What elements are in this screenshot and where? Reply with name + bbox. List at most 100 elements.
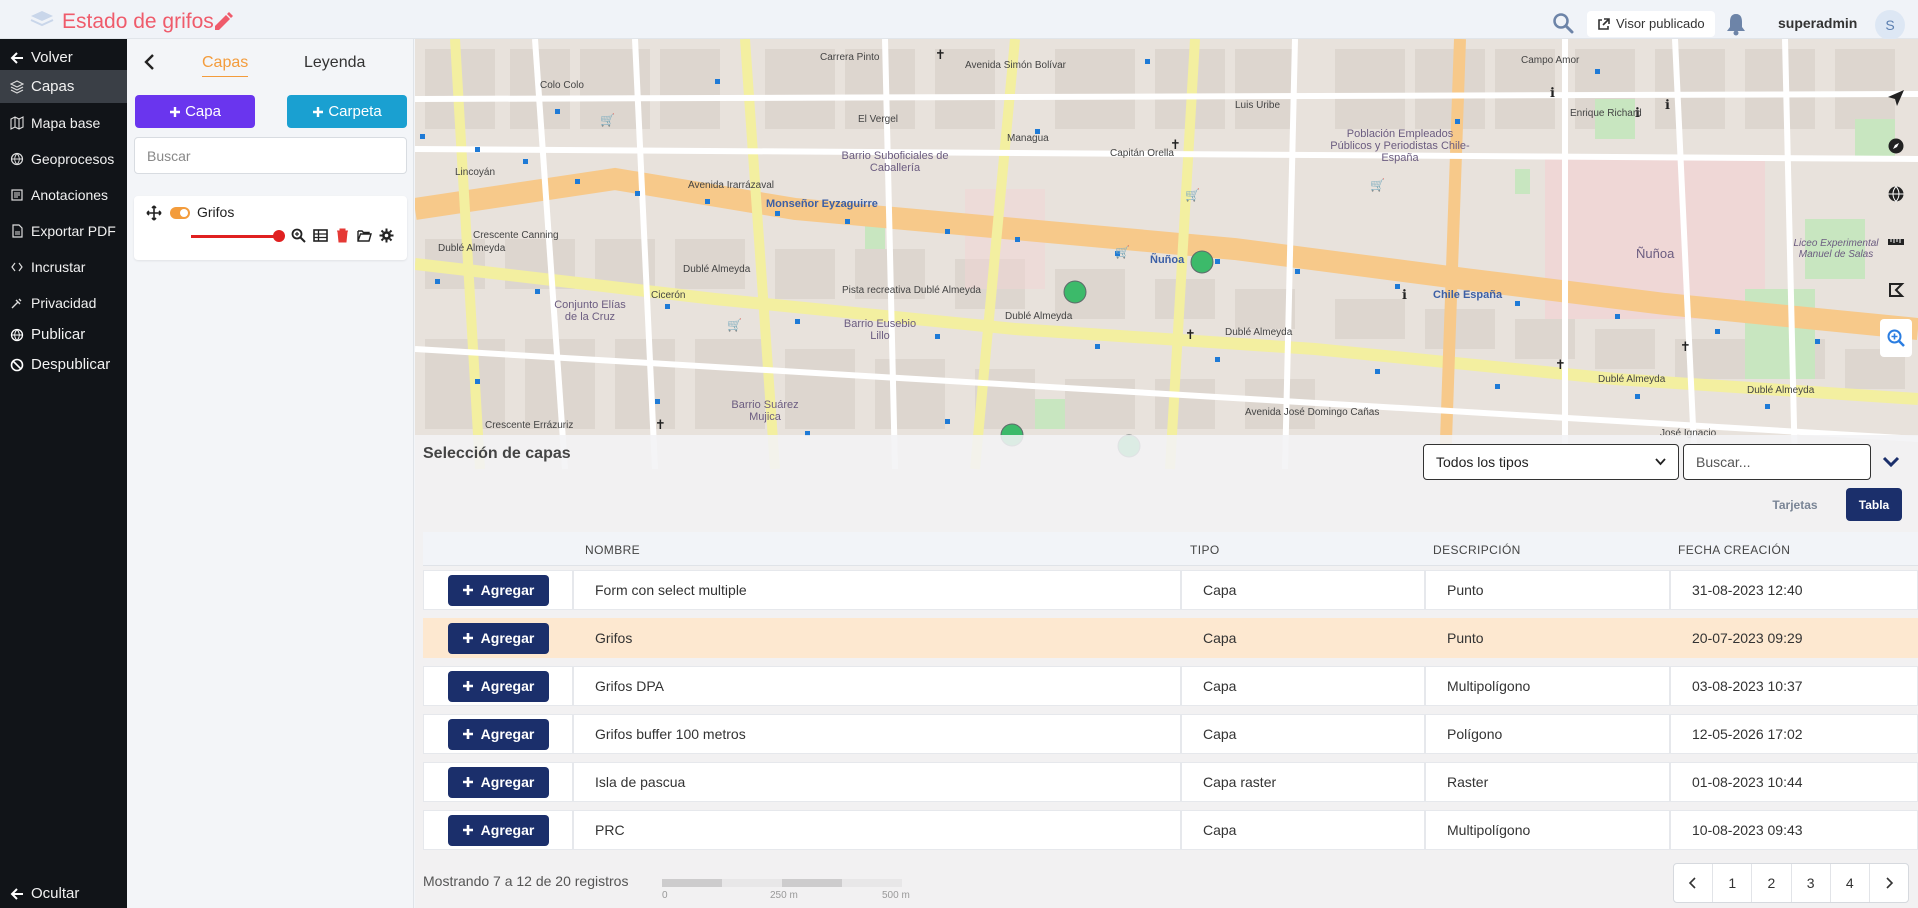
edit-title-icon[interactable] (212, 11, 234, 31)
column-header-fecha[interactable]: FECHA CREACIÓN (1678, 543, 1790, 557)
add-button-label: Agregar (480, 582, 535, 598)
pagination-info: Mostrando 7 a 12 de 20 registros (423, 873, 629, 889)
add-layer-to-map-button[interactable]: Agregar (447, 622, 549, 654)
cell-tipo: Capa (1181, 714, 1425, 754)
plus-icon (313, 106, 324, 117)
table-row[interactable]: Agregar Form con select multiple Capa Punto… (423, 566, 1918, 614)
scale-label-250: 250 m (770, 890, 798, 901)
view-table-button[interactable]: Tabla (1846, 488, 1902, 521)
map-label-duble-2: Dublé Almeyda (683, 264, 751, 275)
map-label-irarrazaval: Avenida Irarrázaval (688, 180, 774, 191)
selection-search-input[interactable] (1683, 444, 1871, 480)
scale-label-0: 0 (662, 890, 668, 901)
map-label-suarez: Barrio Suárez Mujica (731, 399, 799, 423)
cell-descripcion: Raster (1425, 762, 1670, 802)
cell-tipo: Capa (1181, 570, 1425, 610)
folder-open-icon[interactable] (357, 228, 372, 243)
sidebar-item-privacidad[interactable]: Privacidad (0, 286, 127, 319)
move-icon[interactable] (146, 205, 162, 221)
published-viewer-link[interactable]: Visor publicado (1587, 11, 1715, 37)
table-row[interactable]: Agregar PRC Capa Multipolígono 10-08-2023 09… (423, 806, 1918, 854)
page-button-4[interactable]: 4 (1831, 864, 1870, 902)
cell-nombre: Isla de pascua (573, 762, 1181, 802)
svg-text:ℹ: ℹ (1665, 98, 1670, 113)
table-icon[interactable] (313, 228, 328, 243)
draw-tool[interactable] (1880, 271, 1912, 309)
ban-icon (10, 358, 24, 371)
map-label-pista: Pista recreativa Dublé Almeyda (842, 285, 981, 296)
avatar[interactable]: S (1875, 10, 1905, 40)
table-header: NOMBRE TIPO DESCRIPCIÓN FECHA CREACIÓN (423, 532, 1918, 566)
pagination: 1 2 3 4 (1673, 863, 1909, 903)
add-layer-to-map-button[interactable]: Agregar (447, 766, 549, 798)
globe-icon (1888, 186, 1904, 203)
page-button-1[interactable]: 1 (1713, 864, 1753, 902)
sidebar-item-anotaciones[interactable]: Anotaciones (0, 178, 127, 211)
svg-text:🛒: 🛒 (1115, 245, 1130, 259)
add-layer-to-map-button[interactable]: Agregar (447, 814, 549, 846)
sidebar-item-incrustar[interactable]: Incrustar (0, 250, 127, 283)
add-button-label: Agregar (480, 726, 535, 742)
layer-search-input[interactable] (134, 137, 407, 174)
add-layer-to-map-button[interactable]: Agregar (447, 718, 549, 750)
page-button-3[interactable]: 3 (1792, 864, 1831, 902)
add-layer-to-map-button[interactable]: Agregar (447, 670, 549, 702)
sidebar-item-exportar-pdf[interactable]: Exportar PDF (0, 214, 127, 247)
page-next-button[interactable] (1870, 864, 1908, 902)
layer-opacity-slider[interactable] (191, 230, 285, 242)
map-icon (10, 115, 24, 130)
cell-fecha: 01-08-2023 10:44 (1670, 762, 1918, 802)
table-row[interactable]: Agregar Grifos Capa Punto 20-07-2023 09:29 (423, 614, 1918, 662)
type-filter-select[interactable]: Todos los tipos (1423, 444, 1679, 480)
trash-icon[interactable] (335, 228, 350, 243)
sidebar-item-label: Publicar (31, 326, 86, 343)
sidebar-item-mapa-base[interactable]: Mapa base (0, 106, 127, 139)
sidebar-item-capas[interactable]: Capas (0, 70, 127, 103)
add-layer-button[interactable]: Capa (135, 95, 255, 128)
zoom-to-layer-icon[interactable] (291, 228, 306, 243)
globe-tool[interactable] (1880, 175, 1912, 213)
measure-tool[interactable] (1880, 223, 1912, 261)
map-label-colo-colo: Colo Colo (540, 80, 584, 91)
page-prev-button[interactable] (1674, 864, 1714, 902)
tab-leyenda[interactable]: Leyenda (304, 54, 365, 72)
map-label-duble-6: Dublé Almeyda (1747, 385, 1815, 396)
plus-icon (462, 729, 473, 739)
tab-capas[interactable]: Capas (202, 54, 249, 77)
locate-tool[interactable] (1880, 79, 1912, 117)
add-layer-to-map-button[interactable]: Agregar (447, 574, 549, 606)
compass-tool[interactable] (1880, 127, 1912, 165)
view-cards-button[interactable]: Tarjetas (1759, 488, 1831, 521)
sidebar-item-publicar[interactable]: Publicar (0, 318, 127, 351)
search-icon[interactable] (1552, 12, 1574, 34)
map-label-crescente: Crescente Errázuriz (485, 420, 574, 431)
map-view[interactable]: ✝ ✝ ✝ ✝ ✝ ✝ ℹℹℹℹ 🛒 🛒 🛒 🛒 🛒 Monseñor Eyzaguirre B… (415, 39, 1918, 908)
sidebar-item-label: Despublicar (31, 356, 111, 373)
layers-panel: Capas Leyenda Capa Carpeta Grifos (127, 39, 414, 908)
column-header-tipo[interactable]: TIPO (1190, 543, 1220, 557)
column-header-nombre[interactable]: NOMBRE (585, 543, 640, 557)
add-button-label: Agregar (480, 822, 535, 838)
map-label-jose-domingo: Avenida José Domingo Cañas (1245, 407, 1380, 418)
user-name[interactable]: superadmin (1778, 15, 1857, 31)
add-folder-button[interactable]: Carpeta (287, 95, 407, 128)
page-button-2[interactable]: 2 (1752, 864, 1792, 902)
chevron-left-icon[interactable] (142, 53, 158, 71)
sidebar-item-geoprocesos[interactable]: Geoprocesos (0, 142, 127, 175)
column-header-descripcion[interactable]: DESCRIPCIÓN (1433, 543, 1521, 557)
chevron-left-icon (1688, 877, 1696, 889)
table-row[interactable]: Agregar Grifos buffer 100 metros Capa Políg… (423, 710, 1918, 758)
sidebar-item-despublicar[interactable]: Despublicar (0, 348, 127, 381)
layer-visibility-toggle[interactable] (170, 207, 190, 219)
sidebar-item-label: Privacidad (31, 294, 97, 311)
gear-icon[interactable] (379, 228, 394, 243)
sidebar-item-label: Incrustar (31, 258, 86, 275)
chevron-down-icon[interactable] (1881, 452, 1901, 472)
zoom-tool[interactable] (1880, 319, 1912, 357)
add-cell: Agregar (423, 666, 573, 706)
table-row[interactable]: Agregar Grifos DPA Capa Multipolígono 03-08-… (423, 662, 1918, 710)
table-row[interactable]: Agregar Isla de pascua Capa raster Raster 01… (423, 758, 1918, 806)
zoom-in-icon (1887, 329, 1905, 347)
sidebar-hide-button[interactable]: Ocultar (0, 877, 127, 908)
bell-icon[interactable] (1725, 12, 1747, 36)
